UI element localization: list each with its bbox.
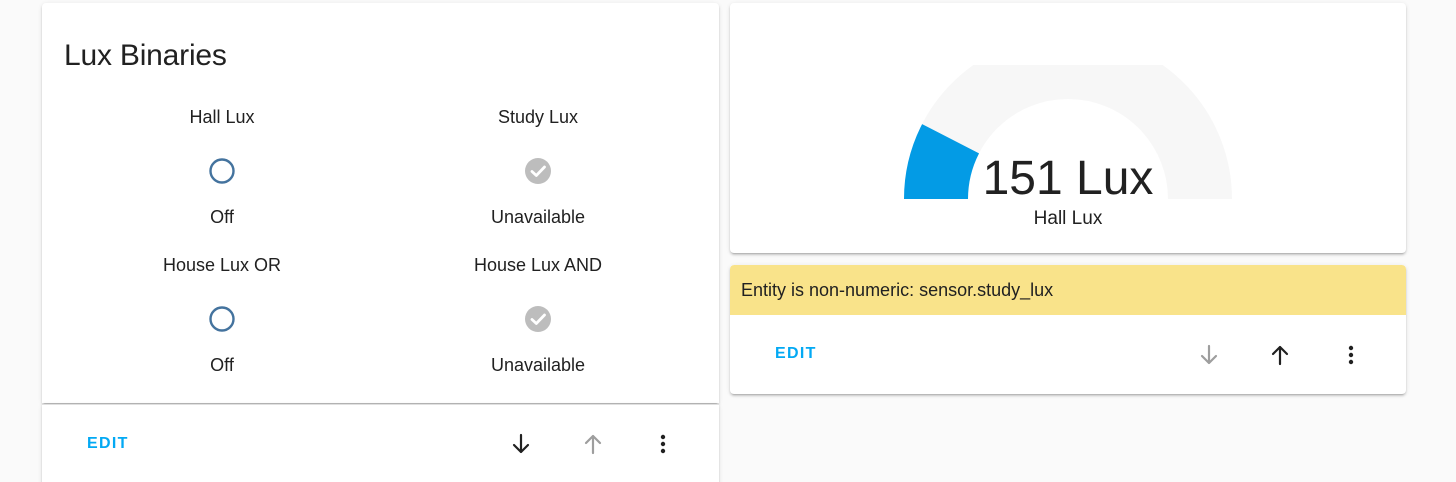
entity-study-lux[interactable]: Study Lux Unavailable	[428, 105, 648, 229]
gauge-value: 151 Lux	[982, 152, 1154, 205]
gauge-card[interactable]: 151 Lux Hall Lux	[730, 3, 1406, 253]
arrow-up-icon[interactable]	[573, 424, 613, 464]
lux-binaries-card: Lux Binaries Hall Lux Off Study Lux Unav…	[42, 3, 719, 403]
entity-name: Study Lux	[497, 107, 579, 127]
entity-house-lux-or[interactable]: House Lux OR Off	[112, 253, 332, 377]
gauge-name: Hall Lux	[1033, 208, 1103, 229]
edit-button[interactable]: EDIT	[775, 345, 817, 363]
lux-binaries-actions: EDIT	[42, 404, 719, 482]
warning-message: Entity is non-numeric: sensor.study_lux	[730, 265, 1406, 315]
entity-name: House Lux AND	[473, 255, 603, 275]
card-title: Lux Binaries	[64, 39, 227, 72]
arrow-down-icon[interactable]	[1189, 335, 1229, 375]
entity-name: Hall Lux	[189, 107, 255, 127]
entity-state: Off	[210, 207, 234, 227]
check-circle-icon	[525, 306, 551, 332]
warning-card: Entity is non-numeric: sensor.study_lux …	[730, 265, 1406, 394]
entity-name: House Lux OR	[162, 255, 282, 275]
arrow-down-icon[interactable]	[501, 424, 541, 464]
radiobox-blank-icon	[209, 158, 235, 184]
entity-house-lux-and[interactable]: House Lux AND Unavailable	[428, 253, 648, 377]
entity-state: Unavailable	[490, 355, 586, 375]
entity-state: Off	[210, 355, 234, 375]
edit-button[interactable]: EDIT	[87, 435, 129, 453]
entity-state: Unavailable	[490, 207, 586, 227]
radiobox-blank-icon	[209, 306, 235, 332]
dots-vertical-icon[interactable]	[643, 424, 683, 464]
check-circle-icon	[525, 158, 551, 184]
warning-card-actions: EDIT	[730, 315, 1406, 394]
dots-vertical-icon[interactable]	[1331, 335, 1371, 375]
arrow-up-icon[interactable]	[1260, 335, 1300, 375]
entity-hall-lux[interactable]: Hall Lux Off	[112, 105, 332, 229]
